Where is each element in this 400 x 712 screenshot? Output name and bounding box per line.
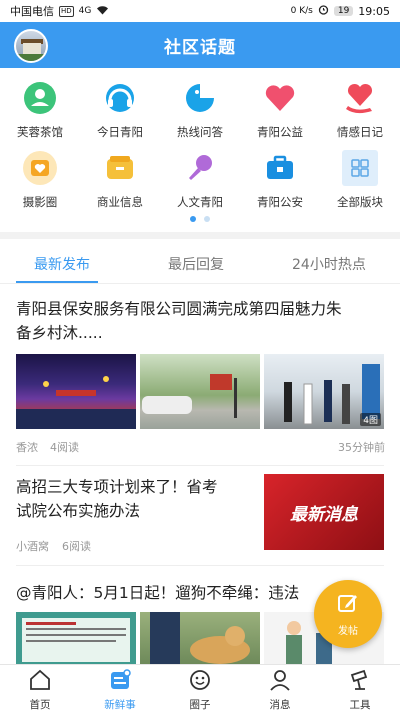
post-author[interactable]: 香浓 [16, 439, 38, 455]
category-all[interactable]: 全部版块 [320, 140, 400, 210]
image-count-badge: 4图 [360, 413, 381, 426]
category-charity[interactable]: 青阳公益 [240, 70, 320, 140]
nav-label: 消息 [269, 699, 291, 711]
post-reads: 4阅读 [50, 441, 79, 454]
post-thumbnail[interactable] [140, 612, 260, 664]
category-label: 全部版块 [337, 195, 383, 209]
post-reads: 6阅读 [62, 540, 91, 553]
post-thumbnail[interactable]: 4图 [264, 354, 384, 429]
bottom-nav: 首页 新鲜事 圈子 消息 工具 [0, 664, 400, 711]
post-thumbnail[interactable]: 最新消息 [264, 474, 384, 550]
category-hotline[interactable]: 热线问答 [160, 70, 240, 140]
tab-last-reply[interactable]: 最后回复 [168, 254, 224, 274]
chat-icon [182, 80, 218, 116]
category-police[interactable]: 青阳公安 [240, 140, 320, 210]
nav-circle[interactable]: 圈子 [160, 665, 240, 711]
page-dot[interactable] [204, 216, 210, 222]
category-teahouse[interactable]: 芙蓉茶馆 [0, 70, 80, 140]
post-title-line: 青阳县保安服务有限公司圆满完成第四届魅力朱 [16, 300, 342, 318]
feed-tabs: 最新发布 最后回复 24小时热点 [0, 240, 400, 284]
post-divider [16, 465, 384, 466]
alarm-icon [318, 4, 329, 18]
teahouse-icon [22, 80, 58, 116]
post-title-line: 备乡村沐..... [16, 324, 103, 342]
category-label: 今日青阳 [97, 125, 143, 139]
category-photo[interactable]: 摄影圈 [0, 140, 80, 210]
category-label: 商业信息 [97, 195, 143, 209]
page-dot-active[interactable] [190, 216, 196, 222]
heart-hand-icon [342, 80, 378, 116]
edit-icon [336, 591, 360, 619]
nav-tools[interactable]: 工具 [320, 665, 400, 711]
speed-indicator: 0 K/s [290, 6, 313, 16]
category-culture[interactable]: 人文青阳 [160, 140, 240, 210]
post-title-line: 试院公布实施办法 [16, 502, 141, 520]
grid-icon [342, 150, 378, 186]
post-thumbnail[interactable] [16, 354, 136, 429]
avatar[interactable] [14, 29, 48, 63]
nav-label: 圈子 [189, 699, 211, 711]
news-icon [108, 669, 132, 695]
category-label: 热线问答 [177, 125, 223, 139]
nav-label: 工具 [349, 699, 371, 711]
headset-icon [102, 80, 138, 116]
network-type: 4G [78, 6, 92, 16]
new-post-button[interactable]: 发帖 [314, 580, 382, 648]
clock: 19:05 [358, 4, 390, 18]
category-label: 摄影圈 [22, 195, 58, 209]
post-title-line: 高招三大专项计划来了！省考 [16, 478, 218, 496]
status-bar: 中国电信 HD 4G 0 K/s 19 19:05 [0, 0, 400, 22]
tab-24h-hot[interactable]: 24小时热点 [292, 254, 366, 274]
home-icon [28, 669, 52, 695]
category-today[interactable]: 今日青阳 [80, 70, 160, 140]
category-label: 芙蓉茶馆 [17, 125, 63, 139]
heart-icon [262, 80, 298, 116]
page-title: 社区话题 [164, 37, 236, 58]
nav-label: 首页 [29, 699, 51, 711]
tools-icon [348, 669, 372, 695]
wallet-icon [102, 150, 138, 186]
hd-badge: HD [59, 5, 74, 17]
user-icon [268, 669, 292, 695]
post-time: 35分钟前 [338, 441, 385, 454]
carrier: 中国电信 [10, 5, 54, 18]
post-title[interactable]: @青阳人：5月1日起！遛狗不牵绳：违法 [16, 581, 336, 605]
category-grid: 芙蓉茶馆 今日青阳 热线问答 青阳公益 情感日记 摄影圈 商业信息 人文青阳 青… [0, 70, 400, 210]
battery-level: 19 [333, 6, 354, 16]
circle-icon [188, 669, 212, 695]
nav-label: 新鲜事 [104, 699, 136, 711]
post-author[interactable]: 小酒窝 [16, 538, 49, 554]
new-post-label: 发帖 [338, 626, 358, 637]
category-label: 人文青阳 [177, 195, 223, 209]
thumbnail-caption: 最新消息 [290, 504, 358, 525]
post-thumbnail[interactable] [140, 354, 260, 429]
tab-indicator [16, 281, 98, 283]
microphone-icon [182, 150, 218, 186]
post-title[interactable]: 高招三大专项计划来了！省考 试院公布实施办法 [16, 475, 251, 523]
tab-latest[interactable]: 最新发布 [34, 254, 90, 274]
section-divider [0, 232, 400, 239]
post-thumbnail[interactable] [16, 612, 136, 664]
nav-messages[interactable]: 消息 [240, 665, 320, 711]
photo-icon [22, 150, 58, 186]
app-header: 社区话题 [0, 22, 400, 68]
category-label: 情感日记 [337, 125, 383, 139]
category-diary[interactable]: 情感日记 [320, 70, 400, 140]
nav-home[interactable]: 首页 [0, 665, 80, 711]
category-business[interactable]: 商业信息 [80, 140, 160, 210]
police-bag-icon [262, 150, 298, 186]
post-title[interactable]: 青阳县保安服务有限公司圆满完成第四届魅力朱 备乡村沐..... [16, 297, 386, 345]
post-divider [16, 565, 384, 566]
wifi-icon [96, 5, 109, 18]
post-title-line: @青阳人：5月1日起！遛狗不牵绳：违法 [16, 584, 300, 602]
category-label: 青阳公益 [257, 125, 303, 139]
nav-news[interactable]: 新鲜事 [80, 665, 160, 711]
page-indicator [0, 216, 400, 222]
category-label: 青阳公安 [257, 195, 303, 209]
